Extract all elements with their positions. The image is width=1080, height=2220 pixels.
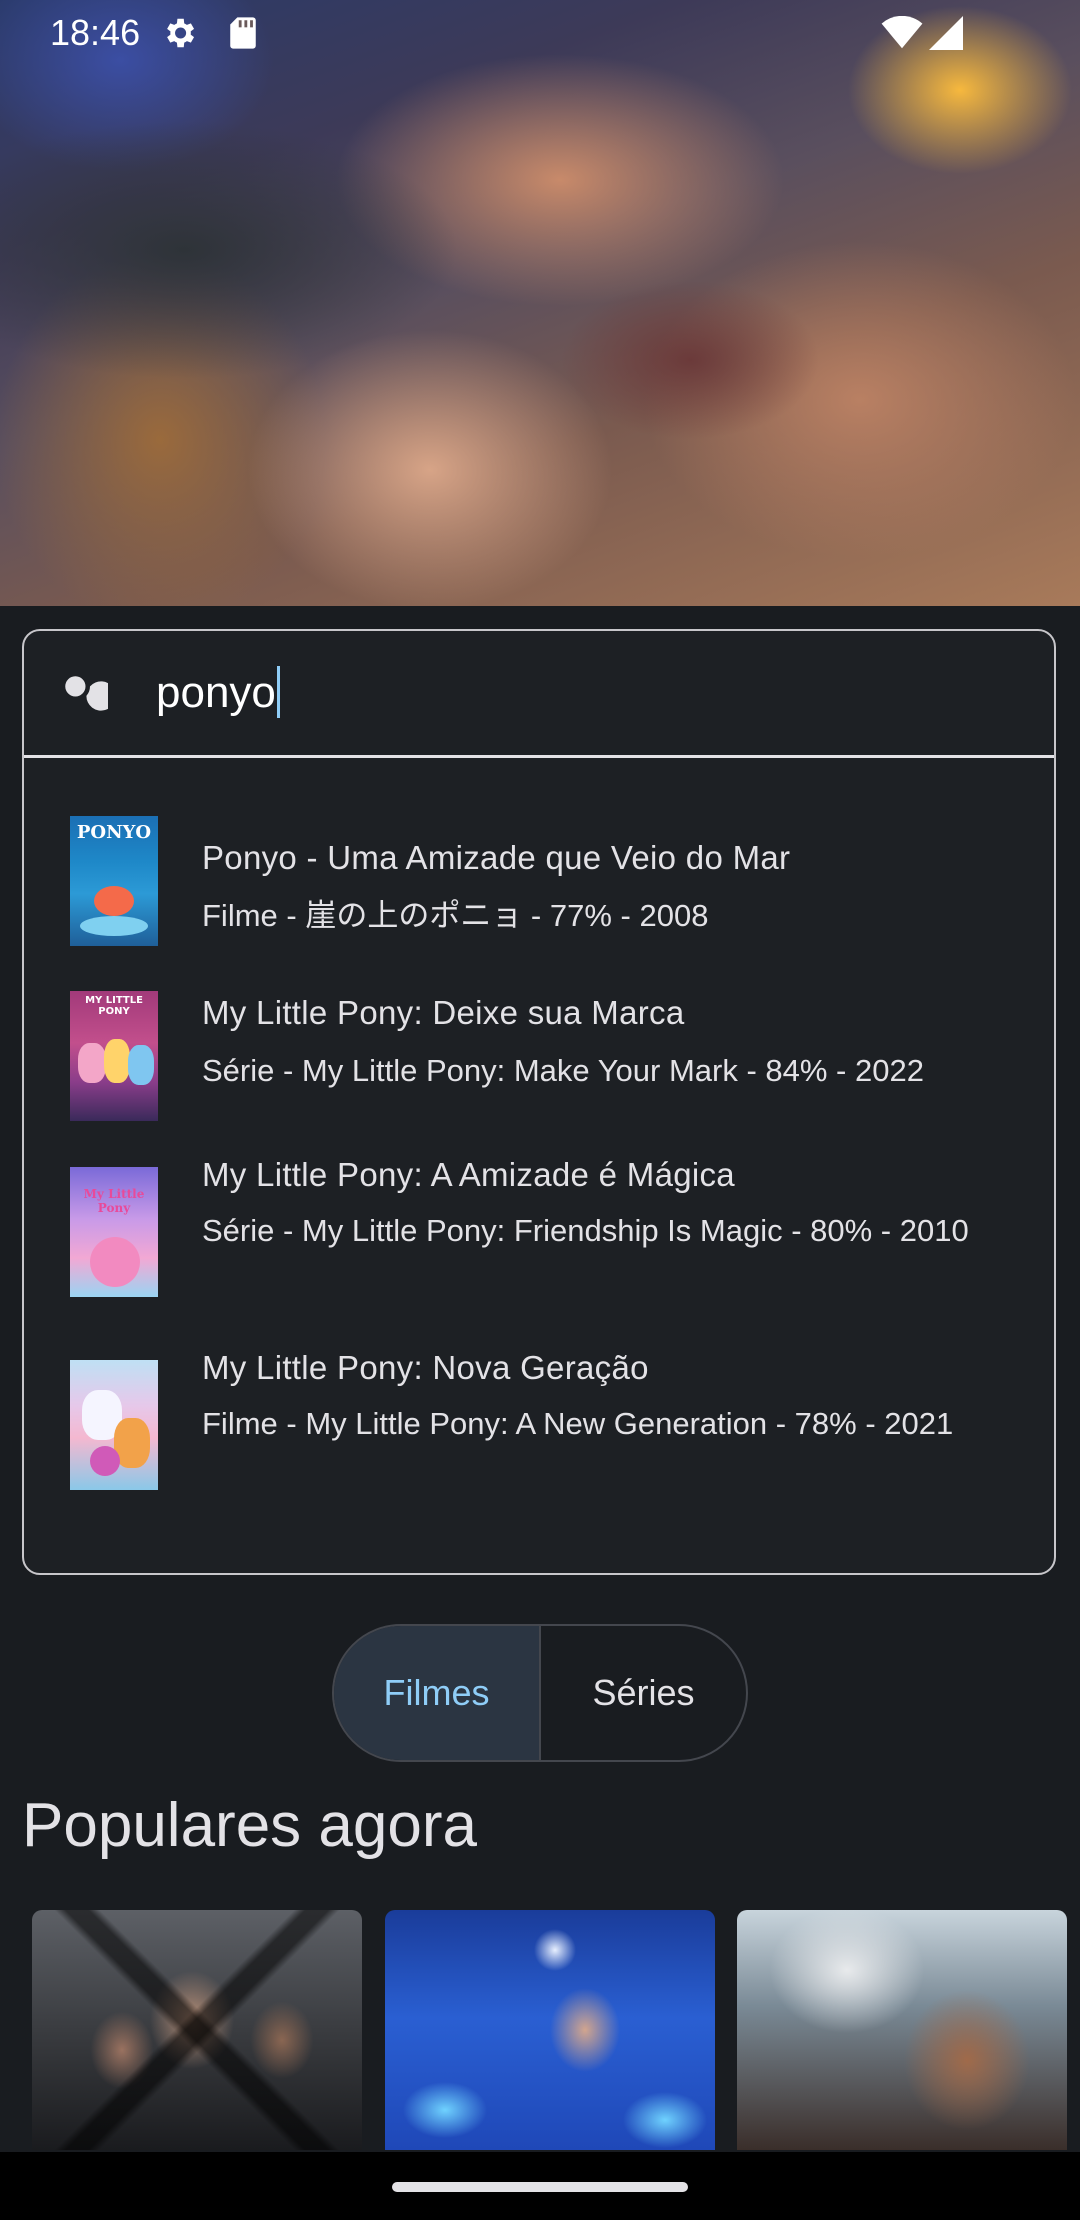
result-poster: My Little Pony: [70, 1167, 158, 1297]
status-time: 18:46: [50, 12, 141, 53]
poster-title: MY LITTLE PONY: [85, 995, 143, 1017]
media-type-toggle: Filmes Séries: [332, 1624, 748, 1762]
result-poster: PONYO: [70, 816, 158, 946]
result-title: My Little Pony: Deixe sua Marca: [202, 994, 685, 1031]
search-result-item[interactable]: My Little Pony My Little Pony: A Amizade…: [24, 1156, 1054, 1336]
wifi-icon: [881, 16, 923, 49]
search-icon[interactable]: [54, 665, 108, 719]
series-segment-button[interactable]: Séries: [541, 1626, 746, 1760]
series-label: Séries: [592, 1672, 695, 1713]
result-title: Ponyo - Uma Amizade que Veio do Mar: [202, 839, 791, 876]
search-row[interactable]: ponyo: [24, 631, 1054, 755]
search-result-item[interactable]: My Little Pony: Nova Geração Filme - My …: [24, 1349, 1054, 1529]
result-subtitle: Série - My Little Pony: Friendship Is Ma…: [202, 1213, 969, 1248]
search-result-item[interactable]: MY LITTLE PONY My Little Pony: Deixe sua…: [24, 976, 1054, 1126]
poster-title: My Little Pony: [83, 1187, 145, 1215]
result-poster: MY LITTLE PONY: [70, 991, 158, 1121]
result-poster: [70, 1360, 158, 1490]
search-query-text: ponyo: [156, 668, 276, 717]
search-result-item[interactable]: PONYO Ponyo - Uma Amizade que Veio do Ma…: [24, 801, 1054, 951]
status-bar: 18:46: [0, 0, 1080, 66]
section-title: Populares agora: [22, 1791, 477, 1860]
result-title: My Little Pony: Nova Geração: [202, 1349, 649, 1386]
result-subtitle: Série - My Little Pony: Make Your Mark -…: [202, 1053, 924, 1088]
hero-banner-image: [0, 0, 1080, 606]
result-subtitle: Filme - My Little Pony: A New Generation…: [202, 1406, 954, 1441]
search-input[interactable]: ponyo: [156, 661, 1016, 725]
popular-card[interactable]: [32, 1910, 362, 2150]
sd-card-icon: [230, 17, 256, 49]
popular-card[interactable]: [737, 1910, 1067, 2150]
poster-title: PONYO: [76, 822, 152, 843]
gear-icon: [167, 18, 195, 48]
navigation-bar: [0, 2152, 1080, 2220]
signal-icon: [929, 16, 963, 50]
result-subtitle: Filme - 崖の上のポニョ - 77% - 2008: [202, 898, 709, 933]
result-title: My Little Pony: A Amizade é Mágica: [202, 1156, 735, 1193]
text-caret: [276, 666, 280, 719]
search-bar: ponyo PONYO Ponyo - Uma Amizade que Veio…: [22, 629, 1056, 1575]
popular-card[interactable]: [385, 1910, 715, 2150]
filmes-segment-button[interactable]: Filmes: [334, 1626, 541, 1760]
search-divider: [24, 755, 1054, 758]
filmes-label: Filmes: [383, 1672, 490, 1713]
home-gesture-handle[interactable]: [392, 2182, 688, 2192]
